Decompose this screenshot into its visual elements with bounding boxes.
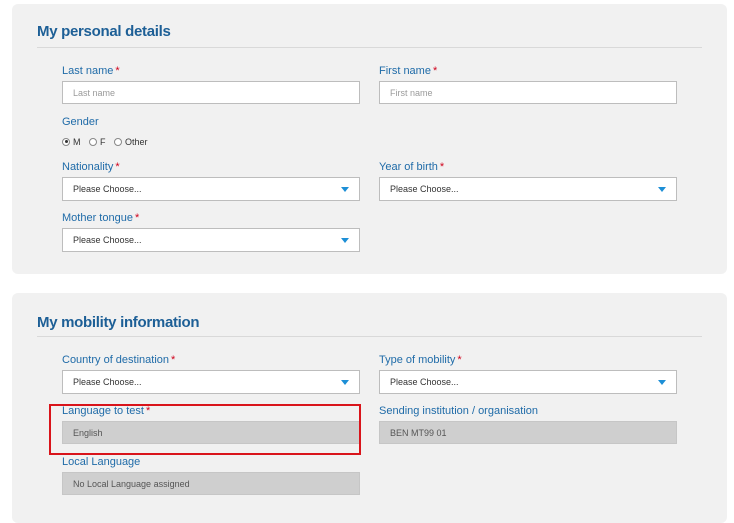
year-of-birth-select-value: Please Choose... [390,184,459,194]
highlight-box [49,404,361,455]
gender-option-other: Other [125,136,148,147]
section-divider [37,47,702,48]
nationality-select-value: Please Choose... [73,184,142,194]
type-select-value: Please Choose... [390,377,459,387]
year-of-birth-label: Year of birth * [379,161,444,173]
gender-radio-group: M F Other [62,136,154,147]
last-name-input[interactable] [62,81,360,104]
country-of-destination-select[interactable]: Please Choose... [62,370,360,394]
local-language-label: Local Language [62,456,141,468]
required-marker: * [134,212,140,224]
chevron-down-icon [658,187,666,192]
country-of-destination-label: Country of destination * [62,354,175,366]
nationality-select[interactable]: Please Choose... [62,177,360,201]
required-marker: * [432,65,438,77]
country-select-value: Please Choose... [73,377,142,387]
year-of-birth-select[interactable]: Please Choose... [379,177,677,201]
chevron-down-icon [341,238,349,243]
nationality-label: Nationality * [62,161,120,173]
local-language-value: No Local Language assigned [73,479,190,489]
first-name-label-text: First name [379,65,431,77]
chevron-down-icon [341,187,349,192]
required-marker: * [439,161,445,173]
mother-tongue-label: Mother tongue * [62,212,139,224]
personal-details-title: My personal details [37,23,171,40]
required-marker: * [457,354,462,366]
mother-tongue-select-value: Please Choose... [73,235,142,245]
chevron-down-icon [341,380,349,385]
required-marker: * [115,161,120,173]
gender-option-f: F [100,136,106,147]
mother-tongue-select[interactable]: Please Choose... [62,228,360,252]
required-marker: * [115,65,120,77]
year-of-birth-label-text: Year of birth [379,161,438,173]
first-name-label: First name * [379,65,437,77]
local-language-field: No Local Language assigned [62,472,360,495]
sending-institution-value: BEN MT99 01 [390,428,447,438]
gender-radio-f[interactable] [89,137,98,146]
gender-radio-other[interactable] [114,137,123,146]
required-marker: * [171,354,176,366]
section-divider [37,336,702,337]
mobility-information-title: My mobility information [37,314,200,331]
mother-tongue-label-text: Mother tongue [62,212,133,224]
type-label-text: Type of mobility [379,354,456,366]
gender-option-m: M [73,136,81,147]
type-of-mobility-label: Type of mobility * [379,354,462,366]
gender-label: Gender [62,116,99,128]
type-of-mobility-select[interactable]: Please Choose... [379,370,677,394]
gender-radio-m[interactable] [62,137,70,146]
country-label-text: Country of destination [62,354,170,366]
sending-institution-label: Sending institution / organisation [379,405,538,417]
first-name-input[interactable] [379,81,677,104]
last-name-label-text: Last name [62,65,114,77]
chevron-down-icon [658,380,666,385]
nationality-label-text: Nationality [62,161,114,173]
sending-institution-field: BEN MT99 01 [379,421,677,444]
last-name-label: Last name * [62,65,120,77]
